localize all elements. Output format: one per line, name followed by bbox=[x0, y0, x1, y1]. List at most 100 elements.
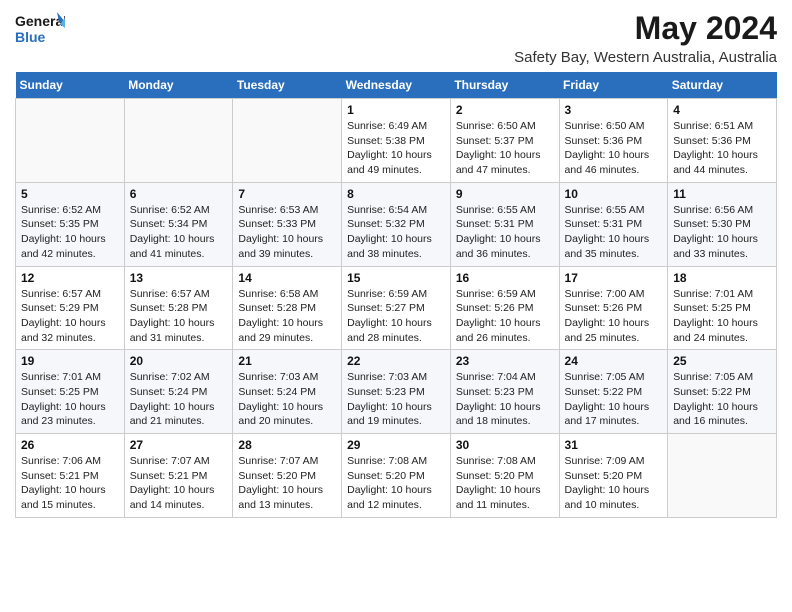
day-info: Sunrise: 6:55 AMSunset: 5:31 PMDaylight:… bbox=[565, 203, 663, 262]
week-row-3: 12Sunrise: 6:57 AMSunset: 5:29 PMDayligh… bbox=[16, 266, 777, 350]
header-sunday: Sunday bbox=[16, 72, 125, 99]
page-subtitle: Safety Bay, Western Australia, Australia bbox=[514, 49, 777, 66]
day-info: Sunrise: 7:06 AMSunset: 5:21 PMDaylight:… bbox=[21, 454, 119, 513]
calendar-cell: 27 Sunrise: 7:07 AMSunset: 5:21 PMDayligh… bbox=[124, 434, 233, 518]
day-number: 19 bbox=[21, 354, 119, 368]
day-number: 24 bbox=[565, 354, 663, 368]
day-info: Sunrise: 7:07 AMSunset: 5:20 PMDaylight:… bbox=[238, 454, 336, 513]
header-thursday: Thursday bbox=[450, 72, 559, 99]
day-info: Sunrise: 6:58 AMSunset: 5:28 PMDaylight:… bbox=[238, 287, 336, 346]
calendar-cell: 10Sunrise: 6:55 AMSunset: 5:31 PMDayligh… bbox=[559, 182, 668, 266]
calendar-cell: 15Sunrise: 6:59 AMSunset: 5:27 PMDayligh… bbox=[342, 266, 451, 350]
header-row: SundayMondayTuesdayWednesdayThursdayFrid… bbox=[16, 72, 777, 99]
day-number: 23 bbox=[456, 354, 554, 368]
day-number: 4 bbox=[673, 103, 771, 117]
calendar-cell: 13 Sunrise: 6:57 AMSunset: 5:28 PMDayligh… bbox=[124, 266, 233, 350]
day-number: 14 bbox=[238, 271, 336, 285]
day-number: 1 bbox=[347, 103, 445, 117]
calendar-cell bbox=[233, 99, 342, 183]
page-title: May 2024 bbox=[514, 10, 777, 47]
calendar-cell: 18Sunrise: 7:01 AMSunset: 5:25 PMDayligh… bbox=[668, 266, 777, 350]
calendar-cell: 4 Sunrise: 6:51 AMSunset: 5:36 PMDaylight… bbox=[668, 99, 777, 183]
day-info: Sunrise: 6:52 AMSunset: 5:35 PMDaylight:… bbox=[21, 203, 119, 262]
header-saturday: Saturday bbox=[668, 72, 777, 99]
day-info: Sunrise: 6:57 AMSunset: 5:29 PMDaylight:… bbox=[21, 287, 119, 346]
calendar-cell bbox=[124, 99, 233, 183]
day-number: 22 bbox=[347, 354, 445, 368]
day-info: Sunrise: 7:04 AMSunset: 5:23 PMDaylight:… bbox=[456, 370, 554, 429]
day-number: 6 bbox=[130, 187, 228, 201]
calendar-cell: 23 Sunrise: 7:04 AMSunset: 5:23 PMDayligh… bbox=[450, 350, 559, 434]
calendar-cell: 31Sunrise: 7:09 AMSunset: 5:20 PMDayligh… bbox=[559, 434, 668, 518]
calendar-cell: 2Sunrise: 6:50 AMSunset: 5:37 PMDaylight… bbox=[450, 99, 559, 183]
header-tuesday: Tuesday bbox=[233, 72, 342, 99]
day-number: 5 bbox=[21, 187, 119, 201]
day-number: 3 bbox=[565, 103, 663, 117]
header-wednesday: Wednesday bbox=[342, 72, 451, 99]
calendar-cell: 8 Sunrise: 6:54 AMSunset: 5:32 PMDaylight… bbox=[342, 182, 451, 266]
day-info: Sunrise: 6:59 AMSunset: 5:26 PMDaylight:… bbox=[456, 287, 554, 346]
day-info: Sunrise: 7:05 AMSunset: 5:22 PMDaylight:… bbox=[673, 370, 771, 429]
day-info: Sunrise: 7:07 AMSunset: 5:21 PMDaylight:… bbox=[130, 454, 228, 513]
logo: General Blue bbox=[15, 10, 65, 52]
day-number: 2 bbox=[456, 103, 554, 117]
calendar-cell bbox=[668, 434, 777, 518]
day-info: Sunrise: 7:05 AMSunset: 5:22 PMDaylight:… bbox=[565, 370, 663, 429]
calendar-cell: 25 Sunrise: 7:05 AMSunset: 5:22 PMDayligh… bbox=[668, 350, 777, 434]
calendar-cell: 3 Sunrise: 6:50 AMSunset: 5:36 PMDaylight… bbox=[559, 99, 668, 183]
calendar-cell: 22 Sunrise: 7:03 AMSunset: 5:23 PMDayligh… bbox=[342, 350, 451, 434]
day-info: Sunrise: 6:54 AMSunset: 5:32 PMDaylight:… bbox=[347, 203, 445, 262]
day-info: Sunrise: 6:51 AMSunset: 5:36 PMDaylight:… bbox=[673, 119, 771, 178]
day-number: 15 bbox=[347, 271, 445, 285]
day-number: 20 bbox=[130, 354, 228, 368]
day-number: 25 bbox=[673, 354, 771, 368]
calendar-cell: 29 Sunrise: 7:08 AMSunset: 5:20 PMDayligh… bbox=[342, 434, 451, 518]
day-number: 30 bbox=[456, 438, 554, 452]
day-number: 26 bbox=[21, 438, 119, 452]
week-row-1: 1 Sunrise: 6:49 AMSunset: 5:38 PMDaylight… bbox=[16, 99, 777, 183]
calendar-cell: 7Sunrise: 6:53 AMSunset: 5:33 PMDaylight… bbox=[233, 182, 342, 266]
header-monday: Monday bbox=[124, 72, 233, 99]
calendar-cell: 19Sunrise: 7:01 AMSunset: 5:25 PMDayligh… bbox=[16, 350, 125, 434]
day-number: 29 bbox=[347, 438, 445, 452]
day-number: 27 bbox=[130, 438, 228, 452]
day-number: 13 bbox=[130, 271, 228, 285]
calendar-cell: 17 Sunrise: 7:00 AMSunset: 5:26 PMDayligh… bbox=[559, 266, 668, 350]
logo-svg: General Blue bbox=[15, 10, 65, 52]
day-info: Sunrise: 6:50 AMSunset: 5:36 PMDaylight:… bbox=[565, 119, 663, 178]
day-info: Sunrise: 7:02 AMSunset: 5:24 PMDaylight:… bbox=[130, 370, 228, 429]
day-info: Sunrise: 6:53 AMSunset: 5:33 PMDaylight:… bbox=[238, 203, 336, 262]
calendar-cell: 28Sunrise: 7:07 AMSunset: 5:20 PMDayligh… bbox=[233, 434, 342, 518]
calendar-cell: 1 Sunrise: 6:49 AMSunset: 5:38 PMDaylight… bbox=[342, 99, 451, 183]
day-info: Sunrise: 7:01 AMSunset: 5:25 PMDaylight:… bbox=[673, 287, 771, 346]
day-info: Sunrise: 6:56 AMSunset: 5:30 PMDaylight:… bbox=[673, 203, 771, 262]
day-info: Sunrise: 7:08 AMSunset: 5:20 PMDaylight:… bbox=[456, 454, 554, 513]
week-row-5: 26 Sunrise: 7:06 AMSunset: 5:21 PMDayligh… bbox=[16, 434, 777, 518]
calendar-cell: 6 Sunrise: 6:52 AMSunset: 5:34 PMDaylight… bbox=[124, 182, 233, 266]
day-number: 9 bbox=[456, 187, 554, 201]
day-info: Sunrise: 7:08 AMSunset: 5:20 PMDaylight:… bbox=[347, 454, 445, 513]
calendar-cell: 26 Sunrise: 7:06 AMSunset: 5:21 PMDayligh… bbox=[16, 434, 125, 518]
day-info: Sunrise: 7:03 AMSunset: 5:24 PMDaylight:… bbox=[238, 370, 336, 429]
calendar-cell: 9 Sunrise: 6:55 AMSunset: 5:31 PMDaylight… bbox=[450, 182, 559, 266]
calendar-cell: 16 Sunrise: 6:59 AMSunset: 5:26 PMDayligh… bbox=[450, 266, 559, 350]
day-info: Sunrise: 6:57 AMSunset: 5:28 PMDaylight:… bbox=[130, 287, 228, 346]
day-info: Sunrise: 6:52 AMSunset: 5:34 PMDaylight:… bbox=[130, 203, 228, 262]
day-info: Sunrise: 6:55 AMSunset: 5:31 PMDaylight:… bbox=[456, 203, 554, 262]
day-info: Sunrise: 7:03 AMSunset: 5:23 PMDaylight:… bbox=[347, 370, 445, 429]
svg-text:Blue: Blue bbox=[15, 29, 46, 45]
day-number: 11 bbox=[673, 187, 771, 201]
week-row-2: 5 Sunrise: 6:52 AMSunset: 5:35 PMDaylight… bbox=[16, 182, 777, 266]
calendar-cell: 20 Sunrise: 7:02 AMSunset: 5:24 PMDayligh… bbox=[124, 350, 233, 434]
calendar-cell: 5 Sunrise: 6:52 AMSunset: 5:35 PMDaylight… bbox=[16, 182, 125, 266]
header-friday: Friday bbox=[559, 72, 668, 99]
calendar-table: SundayMondayTuesdayWednesdayThursdayFrid… bbox=[15, 72, 777, 518]
day-number: 8 bbox=[347, 187, 445, 201]
day-number: 21 bbox=[238, 354, 336, 368]
day-info: Sunrise: 7:09 AMSunset: 5:20 PMDaylight:… bbox=[565, 454, 663, 513]
day-info: Sunrise: 6:49 AMSunset: 5:38 PMDaylight:… bbox=[347, 119, 445, 178]
day-number: 16 bbox=[456, 271, 554, 285]
calendar-cell: 12Sunrise: 6:57 AMSunset: 5:29 PMDayligh… bbox=[16, 266, 125, 350]
day-info: Sunrise: 7:00 AMSunset: 5:26 PMDaylight:… bbox=[565, 287, 663, 346]
day-number: 17 bbox=[565, 271, 663, 285]
